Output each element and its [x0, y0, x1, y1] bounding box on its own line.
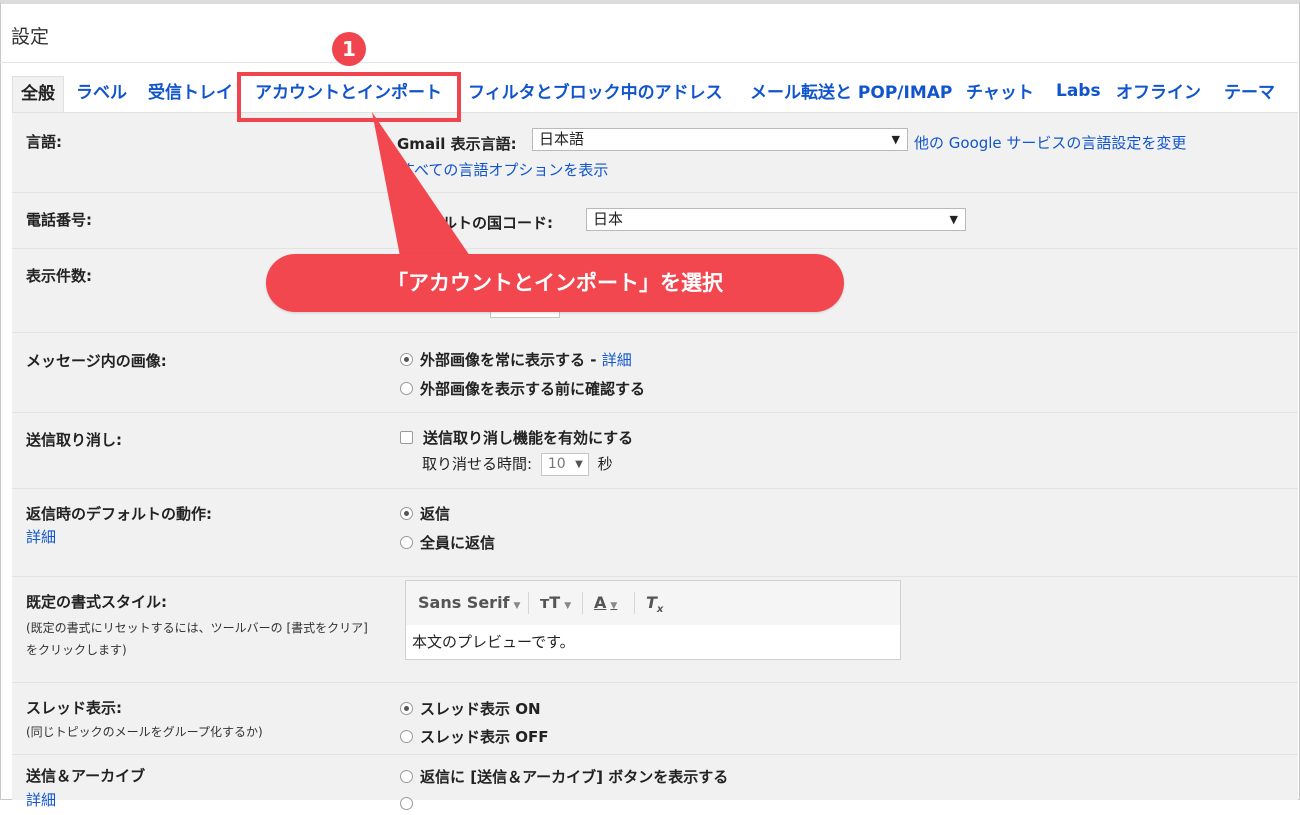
toolbar-divider — [634, 592, 635, 614]
checkbox-icon[interactable] — [400, 431, 413, 444]
reply-default-row: 返信時のデフォルトの動作: 詳細 返信 全員に返信 — [12, 489, 1298, 577]
tab-filters-blocked[interactable]: フィルタとブロック中のアドレス — [468, 76, 723, 112]
radio-selected-icon[interactable] — [400, 353, 413, 366]
display-language-value: 日本語 — [539, 130, 585, 148]
radio-unselected-icon[interactable] — [400, 797, 413, 810]
tab-accounts-import[interactable]: アカウントとインポート — [255, 76, 442, 112]
all-language-options-link[interactable]: すべての言語オプションを表示 — [400, 159, 608, 180]
tab-chat[interactable]: チャット — [966, 76, 1034, 112]
phone-label: 電話番号: — [26, 211, 92, 229]
text-style-label: 既定の書式スタイル: — [26, 593, 167, 611]
dropdown-caret-icon: ▼ — [891, 133, 900, 146]
phone-row: 電話番号: デフォルトの国コード: 日本 ▼ — [12, 193, 1298, 249]
threading-option-off[interactable]: スレッド表示 OFF — [400, 726, 548, 747]
images-option-ask[interactable]: 外部画像を表示する前に確認する — [400, 378, 645, 399]
font-family-dropdown[interactable]: Sans Serif ▼ — [418, 593, 520, 612]
text-style-editor: Sans Serif ▼ ᴛT ▼ A ▼ Tx 本文のプレビューです。 — [405, 580, 901, 660]
toolbar-divider — [528, 592, 529, 614]
undo-send-checkbox-option[interactable]: 送信取り消し機能を有効にする — [400, 427, 633, 448]
images-row: メッセージ内の画像: 外部画像を常に表示する - 詳細 外部画像を表示する前に確… — [12, 333, 1298, 413]
send-archive-row: 送信＆アーカイブ 詳細 返信に [送信＆アーカイブ] ボタンを表示する — [12, 755, 1298, 815]
images-details-link[interactable]: 詳細 — [602, 351, 632, 369]
threading-label: スレッド表示: — [26, 699, 122, 717]
title-divider — [0, 62, 1298, 63]
language-label: 言語: — [26, 133, 62, 151]
dropdown-caret-icon: ▼ — [513, 601, 521, 611]
reply-option-reply-all[interactable]: 全員に返信 — [400, 532, 495, 553]
radio-unselected-icon[interactable] — [400, 770, 413, 783]
language-row: 言語: Gmail 表示言語: 日本語 ▼ 他の Google サービスの言語設… — [12, 113, 1298, 193]
clear-formatting-icon[interactable]: Tx — [646, 593, 663, 615]
dropdown-caret-icon: ▼ — [610, 601, 618, 611]
radio-selected-icon[interactable] — [400, 507, 413, 520]
editor-preview-text: 本文のプレビューです。 — [412, 633, 575, 651]
send-archive-details-link[interactable]: 詳細 — [26, 789, 376, 811]
images-option-always[interactable]: 外部画像を常に表示する - 詳細 — [400, 349, 632, 370]
reply-default-label: 返信時のデフォルトの動作: — [26, 505, 212, 523]
text-style-description: (既定の書式にリセットするには、ツールバーの [書式をクリア] をクリックします… — [26, 621, 368, 657]
threading-row: スレッド表示: (同じトピックのメールをグループ化するか) スレッド表示 ON … — [12, 683, 1298, 755]
undo-period-unit: 秒 — [597, 455, 613, 473]
radio-selected-icon[interactable] — [400, 702, 413, 715]
display-language-select[interactable]: 日本語 ▼ — [532, 128, 908, 151]
radio-unselected-icon[interactable] — [400, 382, 413, 395]
page-title: 設定 — [11, 26, 50, 48]
send-archive-label: 送信＆アーカイブ — [26, 767, 146, 785]
page-size-label: 表示件数: — [26, 267, 92, 285]
country-code-value: 日本 — [593, 210, 624, 228]
tab-offline[interactable]: オフライン — [1116, 76, 1201, 112]
reply-default-details-link[interactable]: 詳細 — [26, 526, 376, 548]
send-archive-option-hide[interactable] — [400, 795, 420, 813]
tab-forwarding-pop-imap[interactable]: メール転送と POP/IMAP — [750, 76, 952, 112]
step-number-badge: 1 — [332, 32, 366, 66]
dropdown-caret-icon: ▼ — [949, 213, 958, 226]
threading-option-on[interactable]: スレッド表示 ON — [400, 698, 541, 719]
country-code-select[interactable]: 日本 ▼ — [586, 208, 966, 231]
settings-panel: 言語: Gmail 表示言語: 日本語 ▼ 他の Google サービスの言語設… — [12, 112, 1298, 810]
images-label: メッセージ内の画像: — [26, 352, 167, 370]
country-code-label: デフォルトの国コード: — [397, 214, 553, 232]
undo-send-label: 送信取り消し: — [26, 431, 122, 449]
dropdown-caret-icon: ▼ — [575, 459, 583, 470]
other-services-language-link[interactable]: 他の Google サービスの言語設定を変更 — [914, 132, 1186, 153]
undo-period-select[interactable]: 10 ▼ — [540, 453, 589, 476]
settings-tabs: 全般 ラベル 受信トレイ アカウントとインポート フィルタとブロック中のアドレス… — [12, 74, 1298, 114]
tab-labels[interactable]: ラベル — [76, 76, 127, 112]
tab-general[interactable]: 全般 — [12, 76, 64, 114]
text-color-icon[interactable]: A ▼ — [594, 593, 617, 612]
dropdown-caret-icon: ▼ — [564, 601, 572, 611]
tab-inbox[interactable]: 受信トレイ — [148, 76, 233, 112]
undo-send-period: 取り消せる時間: 10 ▼ 秒 — [422, 453, 613, 476]
radio-unselected-icon[interactable] — [400, 730, 413, 743]
tab-labs[interactable]: Labs — [1056, 74, 1101, 110]
undo-send-row: 送信取り消し: 送信取り消し機能を有効にする 取り消せる時間: 10 ▼ 秒 — [12, 413, 1298, 489]
callout-bubble: 「アカウントとインポート」を選択 — [266, 254, 844, 312]
reply-option-reply[interactable]: 返信 — [400, 503, 450, 524]
send-archive-option-show[interactable]: 返信に [送信＆アーカイブ] ボタンを表示する — [400, 766, 728, 787]
font-size-icon[interactable]: ᴛT ▼ — [540, 593, 571, 612]
toolbar-divider — [582, 592, 583, 614]
editor-toolbar: Sans Serif ▼ ᴛT ▼ A ▼ Tx — [406, 581, 900, 625]
display-language-label: Gmail 表示言語: — [397, 135, 517, 153]
threading-description: (同じトピックのメールをグループ化するか) — [26, 725, 263, 739]
undo-period-label: 取り消せる時間: — [422, 455, 533, 473]
radio-unselected-icon[interactable] — [400, 536, 413, 549]
tab-themes[interactable]: テーマ — [1224, 76, 1275, 112]
